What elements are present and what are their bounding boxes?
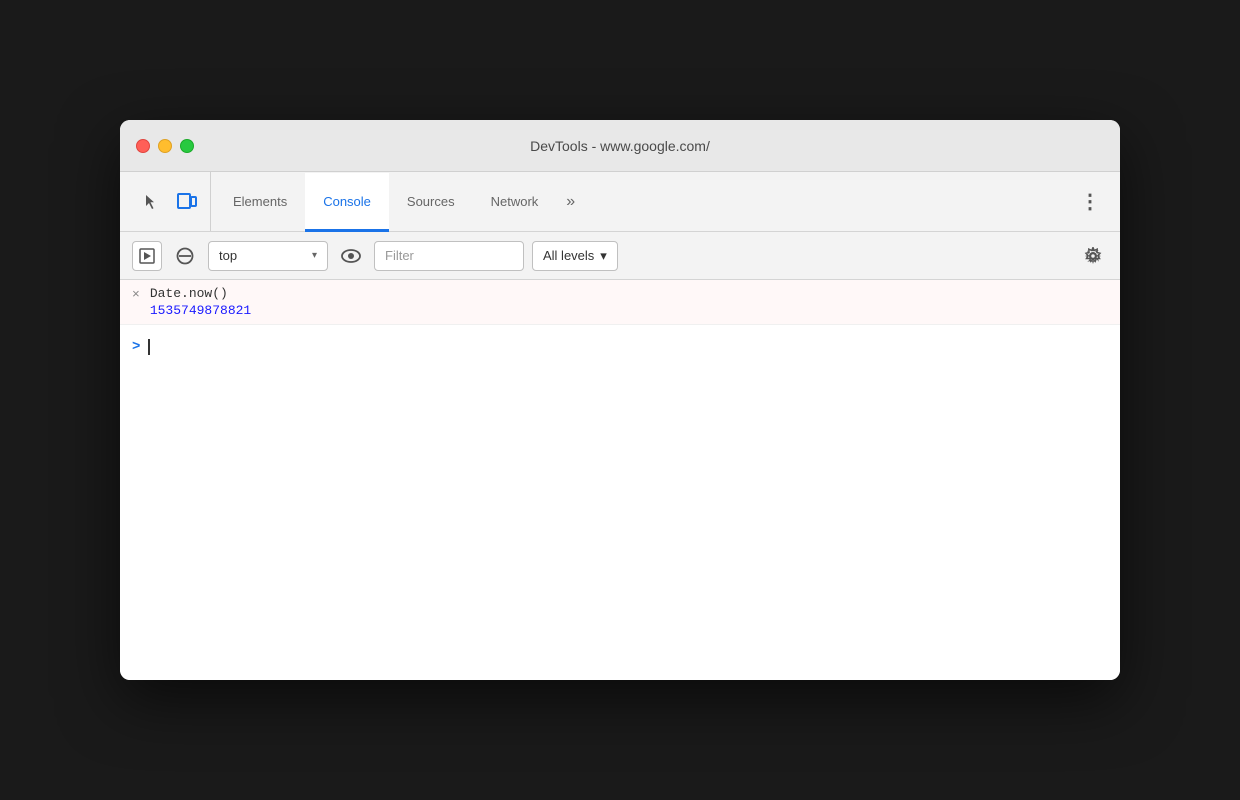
device-toolbar-button[interactable] [172,187,202,217]
filter-input[interactable]: Filter [374,241,524,271]
entry-error-icon: × [132,287,140,302]
console-input-row[interactable]: > [120,325,1120,369]
entry-content: Date.now() 1535749878821 [150,286,1108,318]
title-bar: DevTools - www.google.com/ [120,120,1120,172]
console-result: 1535749878821 [150,301,1108,318]
tabs-bar: Elements Console Sources Network » ⋮ [120,172,1120,232]
maximize-button[interactable] [180,139,194,153]
console-cursor [148,339,150,355]
execute-icon [139,248,155,264]
tab-elements[interactable]: Elements [215,173,305,232]
eye-button[interactable] [336,241,366,271]
gear-icon [1084,247,1102,265]
eye-icon [341,249,361,263]
traffic-lights [136,139,194,153]
no-entry-icon [176,247,194,265]
devtools-menu-button[interactable]: ⋮ [1068,172,1112,231]
tab-network[interactable]: Network [473,173,557,232]
console-prompt-symbol: > [132,339,140,355]
tab-sources[interactable]: Sources [389,173,473,232]
console-toolbar: top ▾ Filter All levels ▾ [120,232,1120,280]
settings-button[interactable] [1078,241,1108,271]
tab-console[interactable]: Console [305,173,389,232]
levels-arrow-icon: ▾ [600,248,607,264]
inspect-element-button[interactable] [136,187,166,217]
cursor-icon [142,193,160,211]
console-area: × Date.now() 1535749878821 > [120,280,1120,680]
more-tabs-button[interactable]: » [556,172,585,231]
context-selector-arrow: ▾ [312,250,317,261]
tabs-spacer [585,172,1068,231]
devtools-window: DevTools - www.google.com/ Elements Cons… [120,120,1120,680]
levels-selector[interactable]: All levels ▾ [532,241,618,271]
close-button[interactable] [136,139,150,153]
console-entry: × Date.now() 1535749878821 [120,280,1120,325]
clear-errors-button[interactable] [170,241,200,271]
device-icon [177,193,197,211]
devtools-icons [128,172,211,231]
context-selector[interactable]: top ▾ [208,241,328,271]
window-title: DevTools - www.google.com/ [530,138,710,154]
execute-button[interactable] [132,241,162,271]
console-command: Date.now() [150,286,1108,301]
minimize-button[interactable] [158,139,172,153]
